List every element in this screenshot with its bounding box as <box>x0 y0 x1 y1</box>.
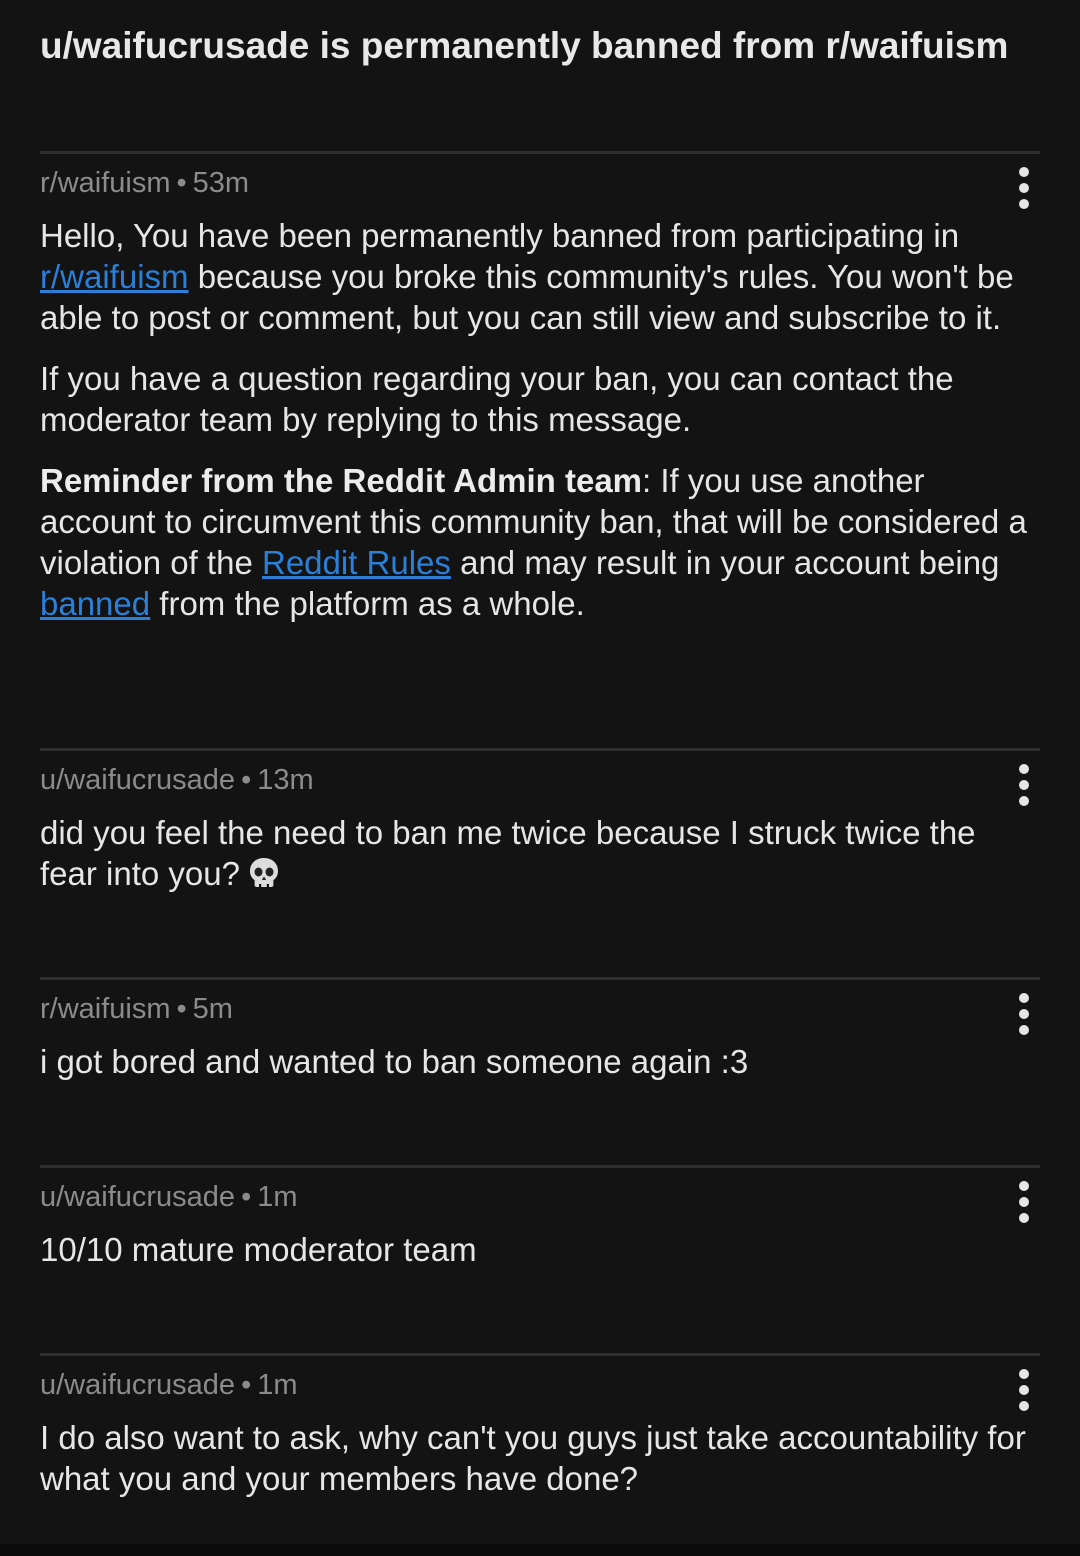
banned-link[interactable]: banned <box>40 585 150 622</box>
message-author[interactable]: u/waifucrusade <box>40 764 235 796</box>
message-item: r/waifuism • 53m Hello, You have been perm… <box>40 151 1040 711</box>
message-text: i got bored and wanted to ban someone ag… <box>40 1043 749 1080</box>
message-author[interactable]: u/waifucrusade <box>40 1181 235 1213</box>
message-item: u/waifucrusade • 1m I do also want to ask,… <box>40 1353 1040 1533</box>
message-body: I do also want to ask, why can't you guy… <box>40 1417 1040 1499</box>
skull-icon <box>249 858 278 887</box>
message-meta: u/waifucrusade • 13m <box>40 762 314 798</box>
message-author[interactable]: r/waifuism <box>40 167 171 199</box>
more-options-icon[interactable] <box>1016 993 1032 1037</box>
text-segment: Hello, You have been permanently banned … <box>40 217 960 254</box>
message-meta: u/waifucrusade • 1m <box>40 1367 298 1403</box>
message-time: 5m <box>192 993 233 1025</box>
meta-separator: • <box>241 1181 252 1213</box>
message-item: u/waifucrusade • 13m did you feel the need… <box>40 748 1040 948</box>
message-author[interactable]: r/waifuism <box>40 993 171 1025</box>
message-body: 10/10 mature moderator team <box>40 1229 1040 1270</box>
message-text: 10/10 mature moderator team <box>40 1231 477 1268</box>
more-options-icon[interactable] <box>1016 764 1032 808</box>
message-body: did you feel the need to ban me twice be… <box>40 812 1040 894</box>
message-text: I do also want to ask, why can't you guy… <box>40 1419 1026 1497</box>
message-meta: r/waifuism • 53m <box>40 165 249 201</box>
message-text: did you feel the need to ban me twice be… <box>40 814 976 892</box>
meta-separator: • <box>176 167 187 199</box>
message-paragraph: Hello, You have been permanently banned … <box>40 215 1040 338</box>
meta-separator: • <box>176 993 187 1025</box>
message-item: u/waifucrusade • 1m 10/10 mature moderator… <box>40 1165 1040 1325</box>
more-options-icon[interactable] <box>1016 1181 1032 1225</box>
text-segment: from the platform as a whole. <box>150 585 585 622</box>
message-time: 53m <box>192 167 250 199</box>
message-time: 1m <box>257 1181 298 1213</box>
subreddit-link[interactable]: r/waifuism <box>40 258 189 295</box>
meta-separator: • <box>241 1369 252 1401</box>
thread-title: u/waifucrusade is permanently banned fro… <box>40 25 1009 66</box>
more-options-icon[interactable] <box>1016 167 1032 211</box>
message-paragraph: Reminder from the Reddit Admin team: If … <box>40 460 1040 624</box>
bottom-bar <box>0 1544 1080 1556</box>
message-divider <box>40 748 1040 751</box>
message-meta: u/waifucrusade • 1m <box>40 1179 298 1215</box>
message-time: 1m <box>257 1369 298 1401</box>
message-time: 13m <box>257 764 314 796</box>
message-author[interactable]: u/waifucrusade <box>40 1369 235 1401</box>
reddit-rules-link[interactable]: Reddit Rules <box>262 544 451 581</box>
more-options-icon[interactable] <box>1016 1369 1032 1413</box>
message-item: r/waifuism • 5m i got bored and wanted to … <box>40 977 1040 1137</box>
bold-text: Reminder from the Reddit Admin team <box>40 462 643 499</box>
message-divider <box>40 1165 1040 1168</box>
message-body: i got bored and wanted to ban someone ag… <box>40 1041 1040 1082</box>
message-paragraph: If you have a question regarding your ba… <box>40 360 954 438</box>
message-divider <box>40 977 1040 980</box>
message-divider <box>40 1353 1040 1356</box>
message-divider <box>40 151 1040 154</box>
meta-separator: • <box>241 764 252 796</box>
text-segment: and may result in your account being <box>450 544 1000 581</box>
message-body: Hello, You have been permanently banned … <box>40 215 1040 644</box>
message-meta: r/waifuism • 5m <box>40 991 233 1027</box>
